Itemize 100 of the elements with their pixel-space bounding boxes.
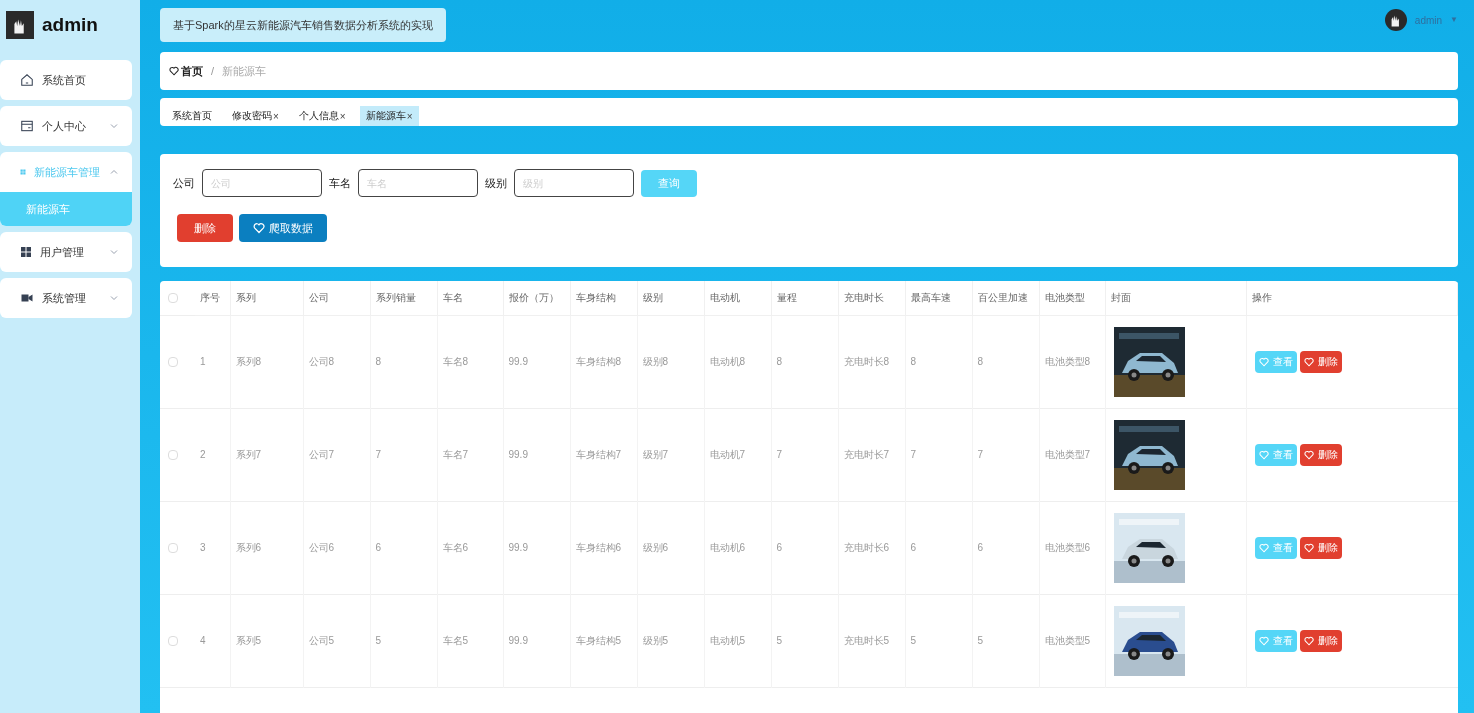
heart-icon bbox=[169, 66, 179, 76]
breadcrumb-current: 新能源车 bbox=[222, 63, 267, 79]
page-tab[interactable]: 个人信息× bbox=[292, 106, 352, 126]
row-checkbox[interactable] bbox=[168, 542, 178, 553]
heart-icon bbox=[1303, 542, 1314, 553]
table-cell: 5 bbox=[905, 594, 972, 687]
table-cell: 公司5 bbox=[303, 594, 370, 687]
table-cell: 电池类型5 bbox=[1039, 594, 1105, 687]
heart-icon bbox=[1303, 635, 1314, 646]
avatar-icon bbox=[1384, 9, 1407, 31]
column-header: 操作 bbox=[1246, 281, 1458, 315]
delete-button[interactable]: 删除 bbox=[1299, 350, 1342, 373]
nav-item[interactable]: 用户管理 bbox=[0, 232, 132, 272]
table-cell: 1 bbox=[195, 315, 230, 408]
column-header: 车身结构 bbox=[570, 281, 637, 315]
column-header: 充电时长 bbox=[838, 281, 905, 315]
breadcrumb-link[interactable]: 首页 bbox=[169, 62, 203, 80]
table-cell: 6 bbox=[905, 501, 972, 594]
table-cell: 电动机8 bbox=[704, 315, 771, 408]
row-checkbox[interactable] bbox=[168, 449, 178, 460]
table-cell: 系列7 bbox=[230, 408, 303, 501]
select-all-checkbox[interactable] bbox=[168, 292, 178, 303]
table-cell: 8 bbox=[370, 315, 437, 408]
table-cell: 车名6 bbox=[437, 501, 503, 594]
column-header: 公司 bbox=[303, 281, 370, 315]
nav-item[interactable]: 系统管理 bbox=[0, 278, 132, 318]
system-title: 基于Spark的星云新能源汽车销售数据分析系统的实现 bbox=[160, 8, 446, 42]
row-checkbox[interactable] bbox=[168, 356, 178, 367]
column-header: 电池类型 bbox=[1039, 281, 1105, 315]
table-cell: 车名7 bbox=[437, 408, 503, 501]
table-cell: 级别8 bbox=[637, 315, 704, 408]
column-header: 系列 bbox=[230, 281, 303, 315]
table-cell: 5 bbox=[771, 594, 838, 687]
table-cell: 级别6 bbox=[637, 501, 704, 594]
card-icon bbox=[20, 119, 34, 133]
row-checkbox[interactable] bbox=[168, 635, 178, 646]
heart-icon bbox=[1258, 542, 1269, 553]
table-cell: 7 bbox=[905, 408, 972, 501]
table-cell: 车名5 bbox=[437, 594, 503, 687]
table-cell: 充电时长5 bbox=[838, 594, 905, 687]
table-cell: 车身结构5 bbox=[570, 594, 637, 687]
table-cell: 5 bbox=[972, 594, 1039, 687]
table-cell: 99.9 bbox=[503, 501, 570, 594]
column-header: 级别 bbox=[637, 281, 704, 315]
column-header: 报价（万） bbox=[503, 281, 570, 315]
heart-icon bbox=[1258, 449, 1269, 460]
table-cell: 电动机6 bbox=[704, 501, 771, 594]
table-cell: 公司8 bbox=[303, 315, 370, 408]
column-header: 最高车速 bbox=[905, 281, 972, 315]
table-cell: 充电时长6 bbox=[838, 501, 905, 594]
close-icon[interactable]: × bbox=[406, 108, 413, 124]
table-cell: 99.9 bbox=[503, 315, 570, 408]
crawl-button[interactable]: 爬取数据 bbox=[239, 214, 327, 242]
table-cell: 电池类型7 bbox=[1039, 408, 1105, 501]
user-name: admin bbox=[42, 12, 98, 37]
heart-icon bbox=[1303, 356, 1314, 367]
table-cell: 99.9 bbox=[503, 594, 570, 687]
delete-button[interactable]: 删除 bbox=[177, 214, 233, 242]
column-header: 量程 bbox=[771, 281, 838, 315]
heart-icon bbox=[1258, 356, 1269, 367]
table-cell: 8 bbox=[972, 315, 1039, 408]
table-cell: 电池类型6 bbox=[1039, 501, 1105, 594]
table-cell: 级别5 bbox=[637, 594, 704, 687]
heart-icon bbox=[1258, 635, 1269, 646]
table-cell: 系列8 bbox=[230, 315, 303, 408]
table-cell: 车身结构6 bbox=[570, 501, 637, 594]
table-cell: 车名8 bbox=[437, 315, 503, 408]
table-cell: 系列6 bbox=[230, 501, 303, 594]
camera-icon bbox=[20, 292, 34, 304]
nav-item[interactable]: 系统首页 bbox=[0, 60, 132, 100]
table-cell: 3 bbox=[195, 501, 230, 594]
field-label: 公司 bbox=[173, 175, 195, 191]
table-cell: 公司7 bbox=[303, 408, 370, 501]
column-header: 序号 bbox=[195, 281, 230, 315]
table-cell: 充电时长8 bbox=[838, 315, 905, 408]
page-tab[interactable]: 修改密码× bbox=[226, 106, 285, 126]
page-tab[interactable]: 系统首页 bbox=[166, 106, 218, 126]
heart-icon bbox=[253, 222, 265, 234]
table-cell: 系列5 bbox=[230, 594, 303, 687]
column-header: 封面 bbox=[1105, 281, 1246, 315]
table-cell: 2 bbox=[195, 408, 230, 501]
field-label: 级别 bbox=[485, 175, 507, 191]
delete-button[interactable]: 删除 bbox=[1299, 629, 1342, 652]
home-icon bbox=[20, 73, 34, 87]
column-header: 电动机 bbox=[704, 281, 771, 315]
heart-icon bbox=[1303, 449, 1314, 460]
page-tab[interactable]: 新能源车× bbox=[359, 106, 419, 126]
table-cell: 6 bbox=[771, 501, 838, 594]
table-cell: 6 bbox=[370, 501, 437, 594]
nav-item[interactable]: 个人中心 bbox=[0, 106, 132, 146]
table-cell: 车身结构7 bbox=[570, 408, 637, 501]
user-menu[interactable]: admin bbox=[1414, 12, 1443, 28]
delete-button[interactable]: 删除 bbox=[1299, 443, 1342, 466]
close-icon[interactable]: × bbox=[339, 108, 346, 124]
close-icon[interactable]: × bbox=[273, 108, 279, 124]
table-cell: 车身结构8 bbox=[570, 315, 637, 408]
delete-button[interactable]: 删除 bbox=[1299, 536, 1342, 559]
column-header: 百公里加速 bbox=[972, 281, 1039, 315]
grid-icon bbox=[20, 246, 32, 258]
field-label: 车名 bbox=[329, 175, 351, 191]
